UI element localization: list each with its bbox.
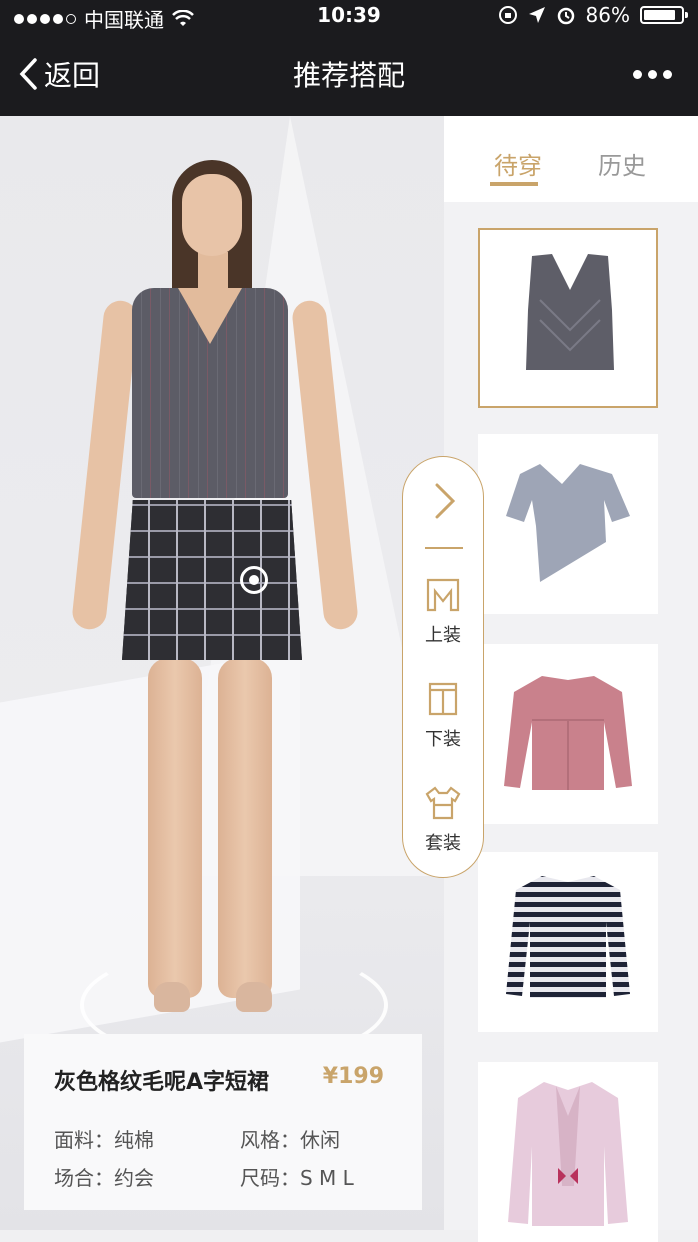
model-figure	[70, 160, 370, 1020]
location-icon	[528, 7, 545, 23]
category-tops-button[interactable]: 上装	[403, 577, 483, 647]
active-tab-indicator	[490, 182, 538, 186]
model-legs	[148, 658, 272, 998]
category-bottoms-label: 下装	[425, 729, 461, 750]
tab-history[interactable]: 历史	[598, 146, 646, 181]
status-right: 86%	[498, 3, 688, 27]
tab-to-wear[interactable]: 待穿	[494, 146, 542, 181]
battery-icon	[640, 6, 688, 24]
rotation-lock-icon	[498, 6, 517, 24]
status-bar: 中国联通 10:39 86%	[0, 0, 698, 32]
wardrobe-item-striped-sweater[interactable]	[478, 852, 658, 1032]
more-options-button[interactable]	[633, 70, 672, 79]
grey-sleeveless-top-image	[526, 254, 614, 370]
battery-percent: 86%	[585, 3, 630, 27]
model-top-garment[interactable]	[132, 288, 288, 498]
top-garment-icon	[426, 578, 460, 612]
product-name: 灰色格纹毛呢A字短裙	[54, 1070, 270, 1095]
wardrobe-item-pink-shirt[interactable]	[478, 1062, 658, 1242]
pink-shirt-image	[508, 1082, 628, 1226]
wardrobe-item-grey-sleeveless-top[interactable]	[478, 228, 658, 408]
outfit-set-icon	[425, 786, 461, 820]
product-style: 风格：休闲	[240, 1128, 340, 1152]
model-shoe	[154, 982, 190, 1012]
alarm-icon	[557, 7, 574, 25]
category-sets-button[interactable]: 套装	[403, 785, 483, 855]
category-bottoms-button[interactable]: 下装	[403, 681, 483, 751]
page-title: 推荐搭配	[292, 59, 405, 92]
product-price: ¥199	[322, 1064, 384, 1089]
pink-top-image	[504, 676, 632, 790]
category-side-menu: 上装 下装 套装	[402, 456, 484, 878]
model-skirt-garment[interactable]	[122, 500, 302, 660]
category-tops-label: 上装	[425, 625, 461, 646]
product-fabric: 面料：纯棉	[54, 1128, 154, 1152]
bottom-garment-icon	[428, 682, 458, 716]
product-info-card: 灰色格纹毛呢A字短裙 ¥199 面料：纯棉 风格：休闲 场合：约会 尺码：S M…	[24, 1034, 422, 1210]
navigation-bar: 返回 推荐搭配	[0, 32, 698, 116]
product-sizes: 尺码：S M L	[240, 1166, 354, 1190]
striped-sweater-image	[506, 876, 630, 998]
wardrobe-item-pink-top[interactable]	[478, 644, 658, 824]
model-shoe	[236, 982, 272, 1012]
garment-hotspot[interactable]	[240, 566, 268, 594]
category-sets-label: 套装	[425, 833, 461, 854]
chevron-right-icon[interactable]	[427, 479, 461, 523]
product-occasion: 场合：约会	[54, 1166, 154, 1190]
grey-tshirt-image	[506, 464, 630, 582]
wardrobe-tabs: 待穿 历史	[444, 116, 698, 202]
model-face	[182, 174, 242, 256]
model-arm	[290, 299, 360, 631]
model-neck	[198, 252, 228, 292]
menu-divider	[425, 547, 463, 549]
wardrobe-item-grey-tshirt[interactable]	[478, 434, 658, 614]
